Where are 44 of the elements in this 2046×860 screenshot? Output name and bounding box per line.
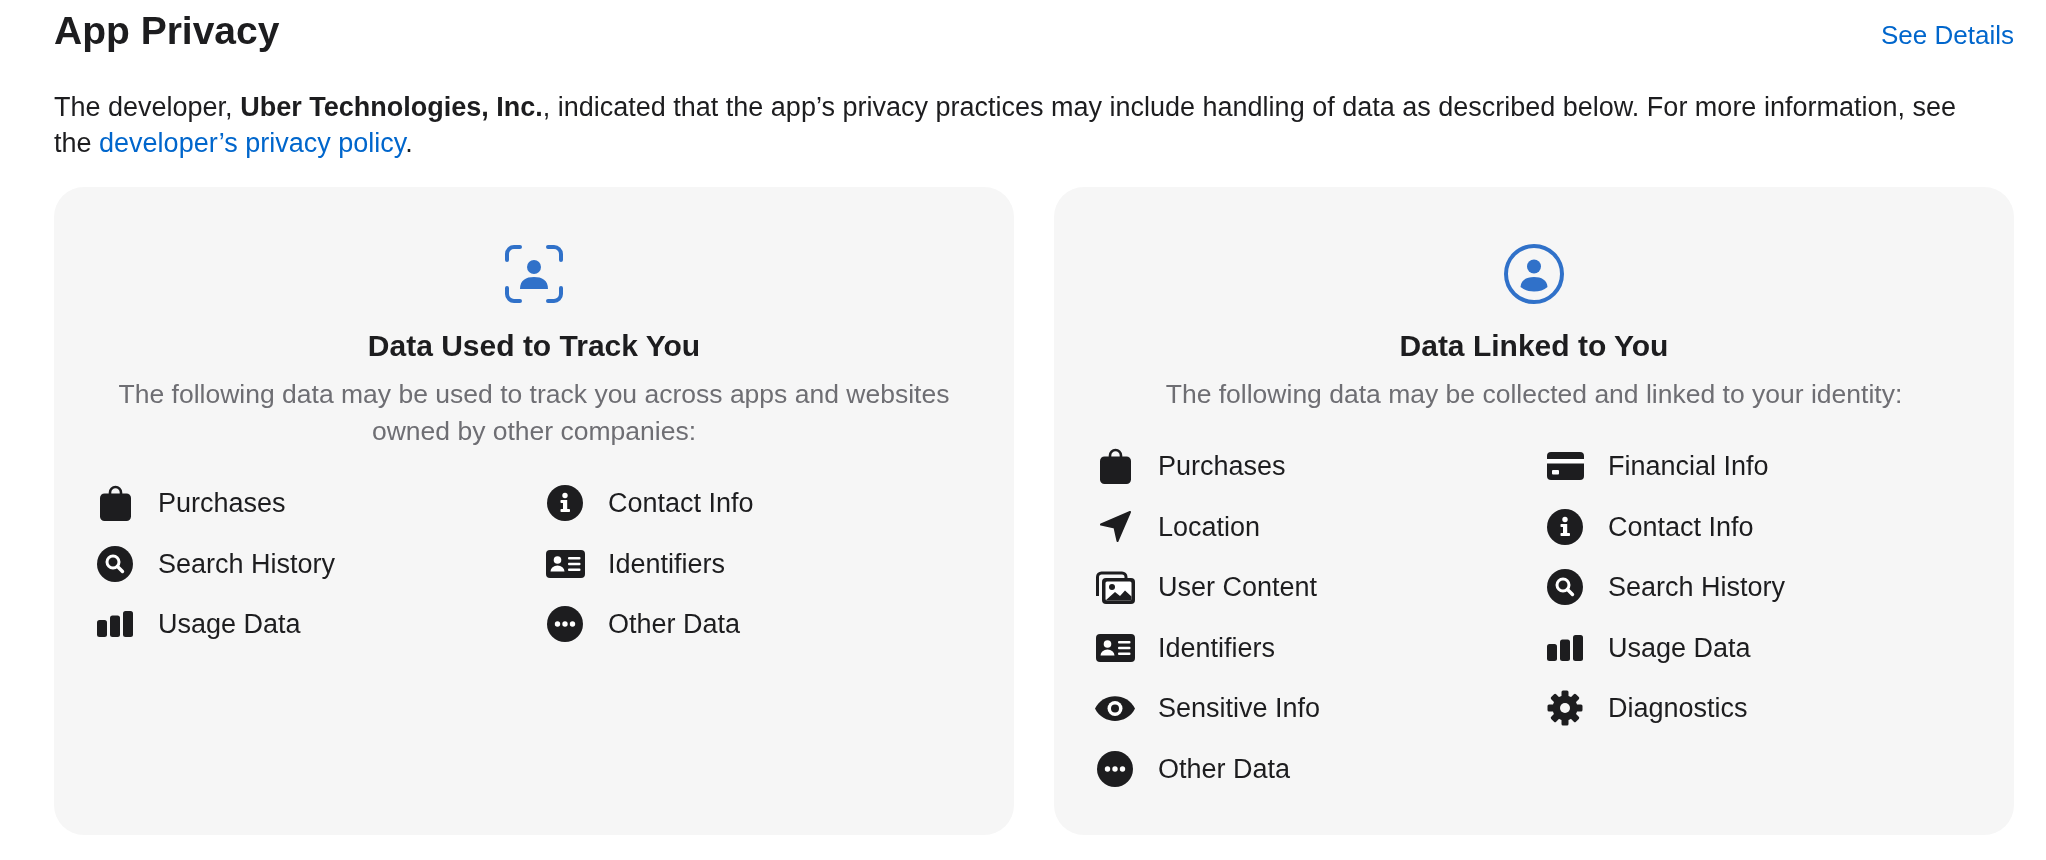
bar-chart-icon: [97, 611, 133, 638]
data-category-label: Location: [1158, 510, 1261, 543]
developer-notice-text: The developer, Uber Technologies, Inc., indicated that the app’s privacy practices may include handling of data as described below. For more information, see the developer’s privacy policy.: [54, 91, 1957, 160]
ellipsis-icon: [1097, 750, 1133, 787]
gear-icon: [1547, 690, 1583, 727]
card-description: The following data may be collected and linked to your identity:: [1165, 378, 1903, 411]
data-category-label: Identifiers: [1158, 631, 1276, 664]
data-category-label: Identifiers: [608, 547, 726, 580]
credit-card-icon: [1546, 452, 1584, 481]
see-details-link[interactable]: See Details: [1881, 19, 2014, 51]
photos-icon: [1095, 570, 1135, 604]
eye-icon: [1095, 695, 1135, 721]
card-title: Data Linked to You: [1399, 328, 1669, 364]
data-category-label: Usage Data: [158, 608, 301, 641]
shopping-bag-icon: [99, 485, 131, 522]
data-category-label: Financial Info: [1608, 450, 1769, 483]
data-category-label: User Content: [1158, 571, 1318, 604]
bar-chart-icon: [1547, 634, 1583, 661]
privacy-policy-link[interactable]: developer’s privacy policy: [99, 128, 406, 158]
data-category-label: Contact Info: [608, 487, 754, 520]
data-category-label: Other Data: [608, 608, 741, 641]
data-category-label: Contact Info: [1608, 510, 1754, 543]
id-card-icon: [545, 549, 585, 578]
data-category-label: Purchases: [158, 487, 286, 520]
ellipsis-icon: [547, 606, 583, 643]
data-category-label: Search History: [1608, 571, 1786, 604]
shopping-bag-icon: [1099, 448, 1131, 485]
section-title: App Privacy: [54, 8, 280, 54]
data-category-label: Diagnostics: [1608, 692, 1748, 725]
card-title: Data Used to Track You: [367, 328, 701, 364]
info-icon: [1547, 508, 1583, 545]
search-icon: [97, 545, 133, 582]
id-card-icon: [1095, 633, 1135, 662]
data-category-label: Purchases: [1158, 450, 1286, 483]
data-category-label: Search History: [158, 547, 336, 580]
person-frame-icon: [504, 244, 564, 304]
navigation-arrow-icon: [1098, 510, 1132, 544]
person-circle-icon: [1504, 244, 1564, 304]
info-icon: [547, 485, 583, 522]
search-icon: [1547, 569, 1583, 606]
card-description: The following data may be used to track you across apps and websites owned by other companies:: [117, 378, 951, 448]
data-category-label: Sensitive Info: [1158, 692, 1321, 725]
data-category-label: Usage Data: [1608, 631, 1751, 664]
data-category-label: Other Data: [1158, 752, 1291, 785]
